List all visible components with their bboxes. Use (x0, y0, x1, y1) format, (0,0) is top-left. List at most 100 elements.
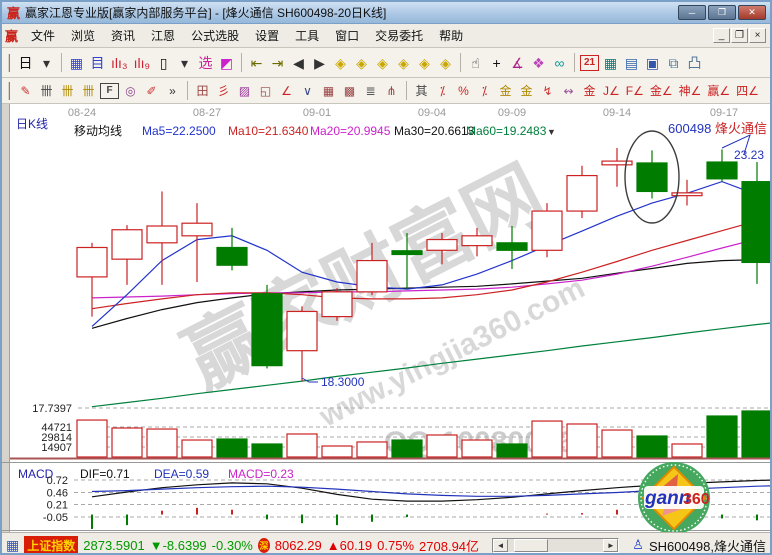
scroll-right-icon[interactable]: ► (603, 539, 618, 552)
menu-news[interactable]: 资讯 (103, 24, 143, 47)
scrollbar-thumb[interactable] (514, 539, 548, 552)
diamond-expand-icon[interactable]: ◈ (415, 53, 434, 73)
menu-formula-pick[interactable]: 公式选股 (183, 24, 247, 47)
toolbar-separator (241, 53, 242, 72)
prev-bar-icon[interactable]: ◀ (289, 53, 308, 73)
chart-small9-icon[interactable]: ılı₉ (132, 53, 152, 73)
spiral-tool-icon[interactable]: ∞ (550, 53, 569, 73)
gold-angle-line-icon[interactable]: 金∠ (648, 82, 675, 100)
dense-grid2-icon[interactable]: ▩ (340, 82, 359, 100)
menu-trading[interactable]: 交易委托 (367, 24, 431, 47)
gold-section-circle-icon[interactable]: 金 (496, 82, 515, 100)
mdi-minimize-button[interactable]: _ (713, 28, 730, 43)
spiral-grid-icon[interactable]: ◎ (121, 82, 140, 100)
v-line-icon[interactable]: ∨ (298, 82, 317, 100)
brush-icon[interactable]: ✎ (16, 82, 35, 100)
f-angle-line-icon[interactable]: F∠ (624, 82, 646, 100)
ma5-value-label: Ma5=22.2500 (142, 124, 216, 138)
diamond-up-icon[interactable]: ◈ (331, 53, 350, 73)
first-bar-icon[interactable]: ⇤ (247, 53, 266, 73)
measure-icon[interactable]: ✐ (142, 82, 161, 100)
percent-icon[interactable]: % (454, 82, 473, 100)
more-tools-icon[interactable]: » (163, 82, 182, 100)
wave-band-icon[interactable]: ↭ (559, 82, 578, 100)
calculator-icon[interactable]: ▦ (601, 53, 620, 73)
grid-tool-icon[interactable]: 卌 (37, 82, 56, 100)
si-angle-line-icon[interactable]: 四∠ (734, 82, 761, 100)
export-icon[interactable]: ⧉ (664, 53, 683, 73)
volume-bar (672, 444, 702, 457)
candle-body (392, 251, 422, 255)
gann-box-tool-icon[interactable]: ❖ (529, 53, 548, 73)
candle-style-icon[interactable]: ▯ (154, 53, 173, 73)
angle-tool-icon[interactable]: ∡ (508, 53, 527, 73)
menu-browse[interactable]: 浏览 (63, 24, 103, 47)
save-icon[interactable]: ▣ (643, 53, 662, 73)
mdi-close-button[interactable]: × (749, 28, 766, 43)
circle-grid-icon[interactable]: ▨ (235, 82, 254, 100)
j-angle-line-icon[interactable]: J∠ (601, 82, 622, 100)
minimize-button[interactable]: ─ (678, 5, 706, 20)
chart-panel: 赢家财富网www.yingjia360.comQQ:10080036008-24… (2, 104, 772, 532)
sh-index-label[interactable]: 上证指数 (24, 536, 78, 555)
diamond-right-icon[interactable]: ◈ (394, 53, 413, 73)
gold-section-line-icon[interactable]: 金 (517, 82, 536, 100)
mdi-restore-button[interactable]: ❐ (731, 28, 748, 43)
line-bundle-icon[interactable]: ≣ (361, 82, 380, 100)
percent-retrace-icon[interactable]: ⁒ (433, 82, 452, 100)
trend-color-chart-icon[interactable]: ◩ (217, 53, 236, 73)
diamond-down-icon[interactable]: ◈ (352, 53, 371, 73)
status-calendar-icon[interactable]: ▦ (6, 537, 19, 554)
scrollbar-track[interactable] (508, 539, 603, 552)
kline-period-dropdown-icon[interactable]: ▾ (37, 53, 56, 73)
gold-grid2-icon[interactable]: 卌 (79, 82, 98, 100)
gold-ratio-icon[interactable]: 金 (580, 82, 599, 100)
info-board-icon[interactable]: 目 (88, 53, 107, 73)
menu-tools[interactable]: 工具 (287, 24, 327, 47)
macd-scale-label: 0.46 (47, 487, 68, 499)
horizontal-scrollbar[interactable]: ◄ ► (492, 538, 619, 553)
fibonacci-grid-icon[interactable]: F (100, 83, 119, 99)
candle-mark-icon[interactable]: ↯ (538, 82, 557, 100)
volume-bar (322, 446, 352, 457)
dense-grid-icon[interactable]: ▦ (319, 82, 338, 100)
kline-chart-canvas[interactable]: 赢家财富网www.yingjia360.comQQ:10080036008-24… (2, 104, 772, 532)
pattern-analysis-icon[interactable]: ▦ (67, 53, 86, 73)
volume-bar (532, 421, 562, 457)
radial-lines-icon[interactable]: 彡 (214, 82, 233, 100)
sz-index-icon[interactable]: 深 (258, 538, 270, 553)
count-tool-icon[interactable]: 其 (412, 82, 431, 100)
printer-icon[interactable]: 凸 (685, 53, 704, 73)
candle-body (217, 247, 247, 265)
diamond-left-icon[interactable]: ◈ (373, 53, 392, 73)
trend-angle-icon[interactable]: ∠ (277, 82, 296, 100)
candle-body (532, 211, 562, 250)
menu-window[interactable]: 窗口 (327, 24, 367, 47)
crosshair-icon[interactable]: + (487, 53, 506, 73)
menu-gann[interactable]: 江恩 (143, 24, 183, 47)
diamond-shrink-icon[interactable]: ◈ (436, 53, 455, 73)
hand-drag-icon[interactable]: ☝ (466, 53, 485, 73)
percent-line-icon[interactable]: ⁒ (475, 82, 494, 100)
menu-settings[interactable]: 设置 (247, 24, 287, 47)
ying-angle-line-icon[interactable]: 赢∠ (705, 82, 732, 100)
square-radial-icon[interactable]: ◱ (256, 82, 275, 100)
gann-grid-icon[interactable]: 田 (193, 82, 212, 100)
close-button[interactable]: ✕ (738, 5, 766, 20)
chart-small3-icon[interactable]: ılı₃ (109, 53, 130, 73)
menu-help[interactable]: 帮助 (431, 24, 471, 47)
candle-style-dropdown-icon[interactable]: ▾ (175, 53, 194, 73)
menu-file[interactable]: 文件 (23, 24, 63, 47)
maximize-button[interactable]: ❐ (708, 5, 736, 20)
next-bar-icon[interactable]: ▶ (310, 53, 329, 73)
gold-grid-icon[interactable]: 卌 (58, 82, 77, 100)
last-bar-icon[interactable]: ⇥ (268, 53, 287, 73)
scroll-left-icon[interactable]: ◄ (493, 539, 508, 552)
kline-period-button[interactable]: 日 (16, 53, 35, 73)
notebook-icon[interactable]: ▤ (622, 53, 641, 73)
volume-bar (427, 435, 457, 457)
shen-angle-line-icon[interactable]: 神∠ (677, 82, 704, 100)
calendar-icon[interactable]: 21 (580, 55, 599, 71)
fan-lines-icon[interactable]: ⋔ (382, 82, 401, 100)
stock-pick-icon[interactable]: 选 (196, 53, 215, 73)
